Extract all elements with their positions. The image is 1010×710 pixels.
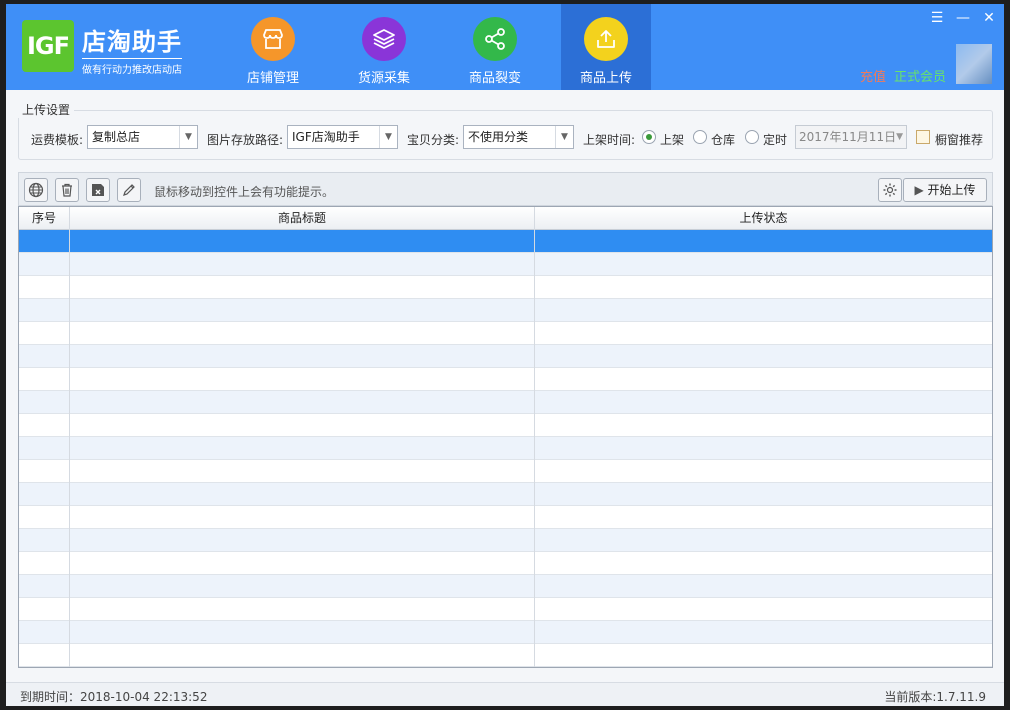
table-row[interactable]: [19, 552, 992, 575]
expire-time: 到期时间：2018-10-04 22:13:52: [20, 690, 208, 704]
radio-warehouse[interactable]: [693, 130, 707, 144]
table-row[interactable]: [19, 460, 992, 483]
table-row[interactable]: [19, 368, 992, 391]
close-icon[interactable]: ✕: [978, 8, 1000, 28]
table-row[interactable]: [19, 575, 992, 598]
menu-icon[interactable]: ☰: [926, 8, 948, 28]
share-icon: [473, 17, 517, 61]
nav-source-collection[interactable]: 货源采集: [339, 4, 429, 90]
table-row[interactable]: [19, 621, 992, 644]
delete-button[interactable]: [55, 178, 79, 202]
column-header-index[interactable]: 序号: [19, 207, 69, 230]
nav-label: 店铺管理: [246, 71, 299, 86]
table-row[interactable]: [19, 253, 992, 276]
column-divider: [534, 207, 535, 667]
version-label: 当前版本:1.7.11.9: [884, 690, 986, 704]
upload-icon: [584, 17, 628, 61]
table-row[interactable]: [19, 483, 992, 506]
edit-button[interactable]: [117, 178, 141, 202]
column-divider: [69, 207, 70, 667]
radio-shelf-label[interactable]: 上架: [660, 131, 684, 148]
table-row[interactable]: [19, 345, 992, 368]
upload-settings-legend: 上传设置: [18, 101, 75, 118]
avatar[interactable]: [956, 44, 992, 84]
table-row[interactable]: [19, 276, 992, 299]
layers-icon: [362, 17, 406, 61]
nav-label: 商品裂变: [468, 71, 521, 86]
chevron-down-icon: ▼: [379, 126, 397, 148]
table-row[interactable]: [19, 644, 992, 667]
recharge-link[interactable]: 充值: [860, 66, 886, 85]
table-row[interactable]: [19, 299, 992, 322]
nav-product-fission[interactable]: 商品裂变: [450, 4, 540, 90]
chevron-down-icon: ▼: [179, 126, 197, 148]
image-path-value: IGF店淘助手: [292, 130, 360, 144]
category-label: 宝贝分类:: [407, 133, 460, 147]
window-recommend-checkbox[interactable]: [916, 130, 930, 144]
member-status: 正式会员: [894, 70, 947, 85]
toolbar-hint: 鼠标移动到控件上会有功能提示。: [154, 185, 335, 199]
nav-product-upload[interactable]: 商品上传: [561, 4, 651, 90]
clear-list-icon: [92, 184, 104, 196]
table-row[interactable]: [19, 414, 992, 437]
table-row[interactable]: [19, 529, 992, 552]
settings-button[interactable]: [878, 178, 902, 202]
table-row[interactable]: [19, 598, 992, 621]
category-value: 不使用分类: [468, 130, 529, 144]
nav-label: 商品上传: [579, 71, 632, 86]
trash-icon: [62, 183, 72, 197]
app-window: IGF 店淘助手 做有行动力推改店动店 店铺管理 货源采集 商品裂变 商品上传 …: [0, 0, 1010, 710]
brand-name: 店淘助手: [82, 28, 182, 56]
chevron-down-icon: ▼: [555, 126, 573, 148]
clear-button[interactable]: [86, 178, 110, 202]
gear-icon: [883, 183, 897, 197]
product-table: 序号 商品标题 上传状态: [18, 206, 993, 668]
minimize-icon[interactable]: —: [952, 8, 974, 28]
nav-label: 货源采集: [357, 71, 410, 86]
image-path-label: 图片存放路径:: [207, 133, 284, 147]
category-select[interactable]: 不使用分类 ▼: [463, 125, 574, 149]
date-picker: 2017年11月11日 ▼: [795, 125, 907, 149]
play-icon: ▶: [914, 183, 924, 197]
column-header-title[interactable]: 商品标题: [70, 207, 534, 230]
table-row[interactable]: [19, 230, 992, 253]
pencil-icon: [123, 184, 135, 196]
table-row[interactable]: [19, 506, 992, 529]
brand-slogan: 做有行动力推改店动店: [82, 58, 182, 76]
freight-template-value: 复制总店: [92, 130, 141, 144]
globe-icon: [28, 182, 44, 198]
start-upload-label: 开始上传: [927, 183, 976, 197]
window-recommend-label[interactable]: 橱窗推荐: [935, 131, 983, 148]
freight-template-select[interactable]: 复制总店 ▼: [87, 125, 198, 149]
table-row[interactable]: [19, 437, 992, 460]
status-bar: 到期时间：2018-10-04 22:13:52 当前版本:1.7.11.9: [6, 682, 1004, 706]
radio-scheduled[interactable]: [745, 130, 759, 144]
globe-button[interactable]: [24, 178, 48, 202]
store-icon: [251, 17, 295, 61]
chevron-down-icon: ▼: [896, 132, 903, 142]
app-logo: IGF: [22, 20, 74, 72]
toolbar: 鼠标移动到控件上会有功能提示。 ▶ 开始上传: [18, 172, 993, 206]
column-header-status[interactable]: 上传状态: [535, 207, 992, 230]
image-path-select[interactable]: IGF店淘助手 ▼: [287, 125, 398, 149]
date-value: 2017年11月11日: [799, 130, 897, 144]
nav-store-management[interactable]: 店铺管理: [228, 4, 318, 90]
radio-warehouse-label[interactable]: 仓库: [711, 131, 735, 148]
app-frame: IGF 店淘助手 做有行动力推改店动店 店铺管理 货源采集 商品裂变 商品上传 …: [6, 4, 1004, 706]
table-row[interactable]: [19, 391, 992, 414]
listing-time-label: 上架时间:: [583, 133, 636, 147]
table-row[interactable]: [19, 322, 992, 345]
radio-shelf[interactable]: [642, 130, 656, 144]
freight-template-label: 运费模板:: [31, 133, 84, 147]
start-upload-button[interactable]: ▶ 开始上传: [903, 178, 987, 202]
table-header: 序号 商品标题 上传状态: [19, 207, 992, 230]
header-bar: IGF 店淘助手 做有行动力推改店动店 店铺管理 货源采集 商品裂变 商品上传 …: [6, 4, 1004, 90]
radio-scheduled-label[interactable]: 定时: [763, 131, 787, 148]
